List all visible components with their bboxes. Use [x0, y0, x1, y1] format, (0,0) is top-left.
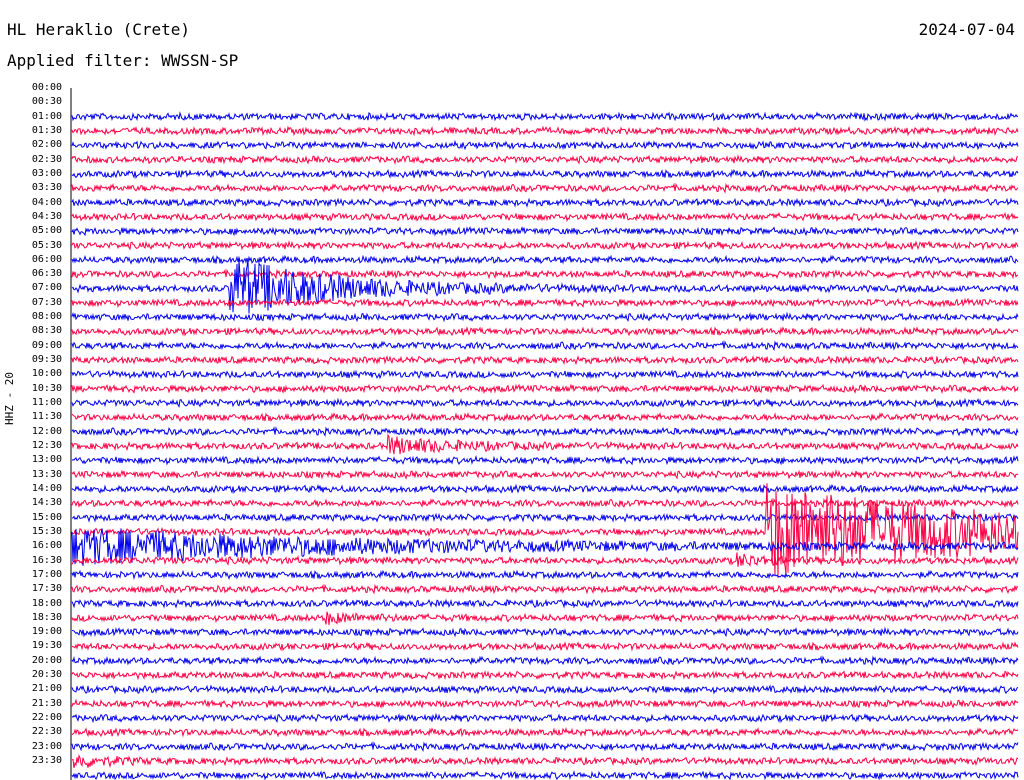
seismic-trace-row	[71, 412, 1019, 423]
seismic-trace-row	[71, 483, 1019, 494]
seismic-trace-row	[71, 297, 1019, 309]
seismic-trace-row	[71, 211, 1019, 223]
seismic-trace-row	[71, 611, 1019, 625]
seismic-trace-row	[71, 655, 1019, 667]
seismic-trace-row	[71, 583, 1019, 595]
seismic-trace-row	[71, 139, 1019, 151]
seismic-trace-row	[71, 552, 1019, 567]
seismic-trace-row	[71, 154, 1019, 165]
seismic-trace-row	[71, 598, 1019, 609]
seismic-trace-row	[71, 454, 1019, 466]
seismic-trace-row	[71, 111, 1019, 122]
seismic-trace-row	[71, 168, 1019, 179]
seismic-trace-row	[71, 684, 1019, 695]
seismic-trace-row	[71, 311, 1019, 323]
seismic-trace-row	[71, 753, 1019, 769]
seismic-trace-row	[71, 197, 1019, 208]
seismic-trace-row	[71, 469, 1019, 480]
seismic-trace-row	[71, 226, 1019, 237]
seismic-trace-row	[71, 569, 1019, 580]
seismic-trace-row	[71, 254, 1019, 265]
seismic-trace-row	[71, 433, 1019, 455]
seismic-trace-row	[71, 712, 1019, 724]
seismic-trace-row	[71, 497, 1019, 509]
seismic-trace-row	[71, 268, 1019, 280]
seismic-trace-row	[71, 125, 1019, 137]
seismic-trace-row	[71, 383, 1019, 395]
seismic-trace-row	[71, 397, 1019, 409]
seismic-trace-row	[71, 340, 1019, 352]
seismic-trace-row	[71, 641, 1019, 652]
seismogram-plot	[70, 88, 1019, 780]
seismic-trace-row	[71, 626, 1019, 638]
seismic-trace-row	[71, 326, 1019, 337]
seismic-trace-row	[71, 354, 1019, 366]
seismic-trace-row	[71, 182, 1019, 194]
seismic-trace-row	[71, 741, 1019, 752]
seismic-trace-row	[71, 426, 1019, 437]
seismic-trace-row	[71, 770, 1019, 780]
seismic-trace-row	[71, 670, 1019, 681]
seismic-trace-row	[71, 240, 1019, 251]
seismic-trace-row	[71, 727, 1019, 738]
seismic-trace-row	[71, 483, 1019, 579]
seismic-trace-row	[71, 369, 1019, 380]
seismic-trace-row	[71, 259, 1019, 314]
seismic-trace-row	[71, 698, 1019, 710]
